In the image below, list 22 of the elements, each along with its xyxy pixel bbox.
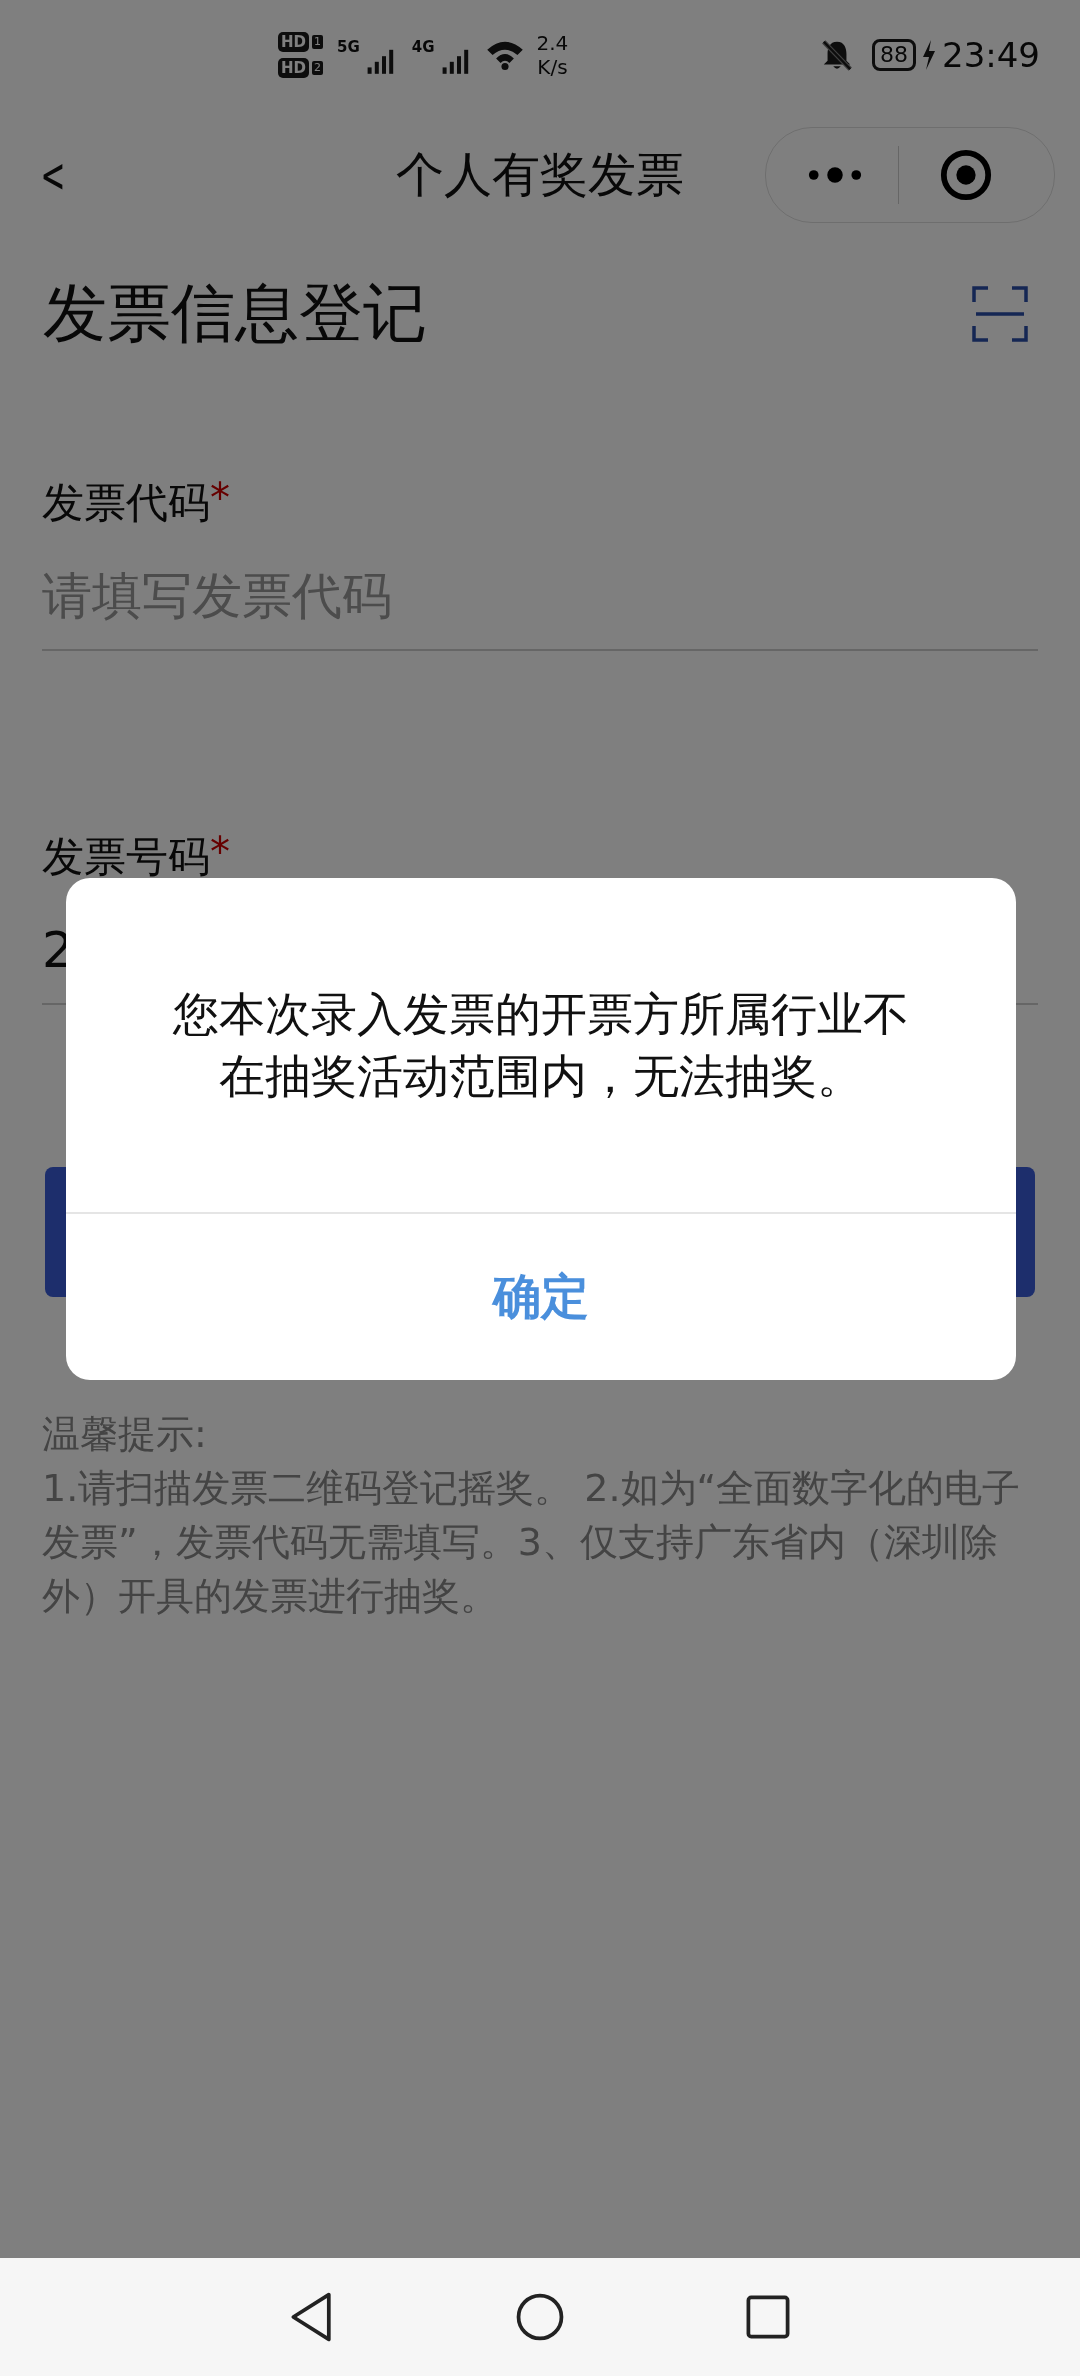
network-type: 4G [411,38,435,56]
nav-title: 个人有奖发票 [395,145,685,204]
muted-bell-icon [820,38,854,72]
dialog-message: 您本次录入发票的开票方所属行业不在抽奖活动范围内，无法抽奖。 [172,986,910,1105]
tips-text: 1.请扫描发票二维码登记摇奖。 2.如为“全面数字化的电子发票”，发票代码无需填写。3、仅支持广东省内（深圳除外）开具的发票进行抽奖。 [42,1465,1022,1620]
tips-title: 温馨提示: [42,1411,208,1458]
scan-icon[interactable] [972,285,1028,342]
more-icon[interactable] [806,165,864,185]
speed-unit: K/s [537,55,568,79]
field-label: 发票代码 [42,477,210,529]
required-mark: * [210,829,230,877]
confirm-button[interactable]: 确定 [493,1265,589,1329]
page-title: 发票信息登记 [43,275,427,352]
network-type: 5G [337,38,360,56]
required-mark: * [210,475,230,523]
field-label: 发票号码 [42,831,210,883]
wifi-icon [484,39,525,71]
back-button[interactable]: < [42,145,70,205]
clock: 23:49 [942,35,1040,75]
battery-level: 88 [872,39,916,71]
speed-value: 2.4 [536,31,569,55]
charging-icon [922,40,936,70]
